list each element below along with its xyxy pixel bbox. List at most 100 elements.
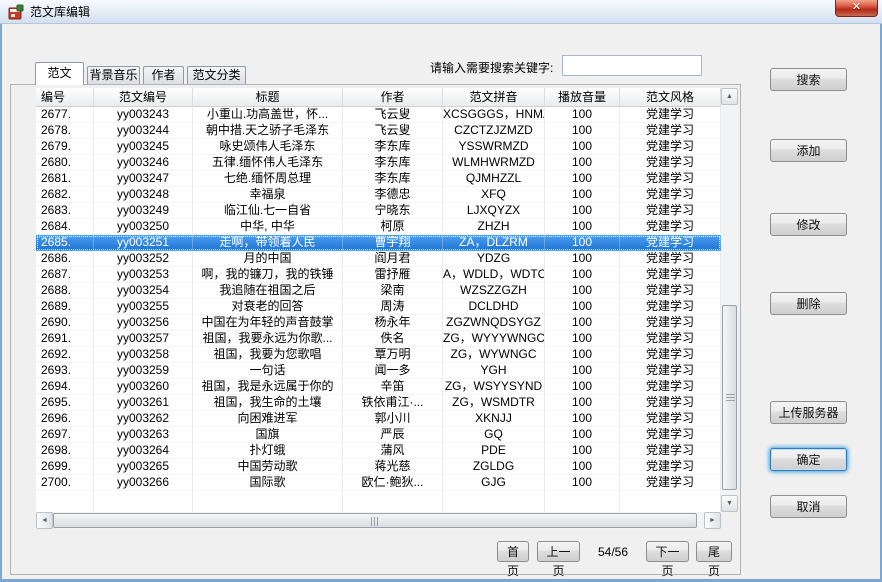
table-cell: 党建学习 (620, 379, 721, 395)
column-header[interactable]: 播放音量 (545, 88, 620, 107)
title-bar[interactable]: 范文库编辑 ✕ (0, 0, 882, 24)
table-cell: ZGZWNQDSYGZ (443, 315, 545, 331)
table-row[interactable]: 2680.yy003246五律.缅怀伟人毛泽东李东库WLMHWRMZD100党建… (36, 155, 721, 171)
table-cell: 100 (545, 267, 620, 283)
table-row[interactable]: 2688.yy003254我追随在祖国之后梁南WZSZZGZH100党建学习 (36, 283, 721, 299)
column-header[interactable]: 作者 (343, 88, 443, 107)
table-cell: 中国在为年轻的声音鼓掌 (193, 315, 343, 331)
delete-button[interactable]: 删除 (770, 292, 847, 315)
table-cell: 临江仙.七一自省 (193, 203, 343, 219)
prev-page-button[interactable]: 上一页 (537, 541, 580, 562)
add-button[interactable]: 添加 (770, 139, 847, 162)
table-row[interactable]: 2692.yy003258祖国，我要为您歌唱覃万明ZG，WYWNGC100党建学… (36, 347, 721, 363)
table-cell: yy003263 (94, 427, 193, 443)
table-row[interactable]: 2677.yy003243小重山.功高盖世，怀...飞云叟XCSGGGS，HNM… (36, 107, 721, 123)
table-row[interactable]: 2678.yy003244朝中措.天之骄子毛泽东飞云叟CZCTZJZMZD100… (36, 123, 721, 139)
close-button[interactable]: ✕ (835, 0, 878, 17)
table-cell: 咏史颂伟人毛泽东 (193, 139, 343, 155)
search-input[interactable] (562, 55, 702, 76)
column-header[interactable]: 范文风格 (620, 88, 721, 107)
table-cell (545, 491, 620, 512)
table-cell: 辛笛 (343, 379, 443, 395)
table-row[interactable]: 2684.yy003250中华, 中华柯原ZHZH100党建学习 (36, 219, 721, 235)
table-row[interactable]: 2687.yy003253啊，我的镰刀，我的铁锤雷抒雁A，WDLD，WDTC10… (36, 267, 721, 283)
column-header[interactable]: 编号 (36, 88, 94, 107)
table-cell: yy003246 (94, 155, 193, 171)
horizontal-scrollbar[interactable]: ◄ ► (36, 512, 721, 529)
search-button[interactable]: 搜索 (770, 68, 847, 91)
cancel-button[interactable]: 取消 (770, 495, 847, 518)
ok-button[interactable]: 确定 (770, 448, 847, 471)
table-cell: 100 (545, 475, 620, 491)
table-row[interactable]: 2686.yy003252月的中国阎月君YDZG100党建学习 (36, 251, 721, 267)
table-row[interactable]: 2690.yy003256中国在为年轻的声音鼓掌杨永年ZGZWNQDSYGZ10… (36, 315, 721, 331)
scroll-left-button[interactable]: ◄ (36, 512, 53, 529)
table-cell: yy003264 (94, 443, 193, 459)
table-row[interactable]: 2698.yy003264扑灯蛾蒲风PDE100党建学习 (36, 443, 721, 459)
table-cell: 党建学习 (620, 299, 721, 315)
scroll-left-icon: ◄ (41, 517, 48, 524)
scroll-up-button[interactable]: ▲ (721, 88, 738, 105)
table-row[interactable]: 2700.yy003266国际歌欧仁·鲍狄...GJG100党建学习 (36, 475, 721, 491)
tab-author[interactable]: 作者 (143, 66, 184, 84)
column-header[interactable]: 范文拼音 (443, 88, 545, 107)
table-row[interactable]: 2693.yy003259一句话闻一多YGH100党建学习 (36, 363, 721, 379)
table-cell: 祖国，我是永远属于你的 (193, 379, 343, 395)
table-cell: 100 (545, 171, 620, 187)
tab-fanwen[interactable]: 范文 (35, 62, 84, 85)
last-page-button[interactable]: 尾页 (696, 541, 732, 562)
table-cell: 郭小川 (343, 411, 443, 427)
vertical-scrollbar[interactable]: ▲ ▼ (721, 88, 738, 512)
table-cell: DCLDHD (443, 299, 545, 315)
table-row[interactable]: 2694.yy003260祖国，我是永远属于你的辛笛ZG，WSYYSYND100… (36, 379, 721, 395)
table-row[interactable]: 2695.yy003261祖国，我生命的土壤铁依甫江·...ZG，WSMDTR1… (36, 395, 721, 411)
table-cell: 100 (545, 187, 620, 203)
table-cell: yy003253 (94, 267, 193, 283)
table-row[interactable]: 2691.yy003257祖国，我要永远为你歌...佚名ZG，WYYYWNGC!… (36, 331, 721, 347)
table-row[interactable]: 2689.yy003255对衰老的回答周涛DCLDHD100党建学习 (36, 299, 721, 315)
table-cell: WZSZZGZH (443, 283, 545, 299)
tab-fanwen-category[interactable]: 范文分类 (187, 66, 246, 84)
table-cell: 100 (545, 139, 620, 155)
next-page-button[interactable]: 下一页 (646, 541, 689, 562)
table-cell: 闻一多 (343, 363, 443, 379)
table-cell: PDE (443, 443, 545, 459)
table-cell: 100 (545, 251, 620, 267)
table-cell: 铁依甫江·... (343, 395, 443, 411)
table-row[interactable]: 2697.yy003263国旗严辰GQ100党建学习 (36, 427, 721, 443)
table-cell (36, 491, 94, 512)
table-cell: 党建学习 (620, 411, 721, 427)
table-cell: 100 (545, 395, 620, 411)
edit-button[interactable]: 修改 (770, 213, 847, 236)
table-cell: yy003259 (94, 363, 193, 379)
upload-server-button[interactable]: 上传服务器 (770, 401, 847, 424)
table-cell: 祖国，我生命的土壤 (193, 395, 343, 411)
app-icon (8, 4, 24, 20)
table-row[interactable]: 2683.yy003249临江仙.七一自省宁晓东LJXQYZX100党建学习 (36, 203, 721, 219)
table-cell: XCSGGGS，HNMZX (443, 107, 545, 123)
table-cell: 柯原 (343, 219, 443, 235)
table-cell: 100 (545, 155, 620, 171)
table-cell: 中国劳动歌 (193, 459, 343, 475)
table-cell: 党建学习 (620, 347, 721, 363)
table-cell: YGH (443, 363, 545, 379)
column-header[interactable]: 标题 (193, 88, 343, 107)
vertical-scrollbar-thumb[interactable] (722, 305, 737, 490)
table-cell: 100 (545, 411, 620, 427)
scroll-down-icon: ▼ (726, 500, 733, 507)
scroll-down-button[interactable]: ▼ (721, 495, 738, 512)
column-header[interactable]: 范文编号 (94, 88, 193, 107)
table-cell: 党建学习 (620, 443, 721, 459)
scroll-right-button[interactable]: ► (704, 512, 721, 529)
table-cell: ZG，WSMDTR (443, 395, 545, 411)
table-row[interactable]: 2679.yy003245咏史颂伟人毛泽东李东库YSSWRMZD100党建学习 (36, 139, 721, 155)
table-row (36, 491, 721, 507)
table-row[interactable]: 2696.yy003262向困难进军郭小川XKNJJ100党建学习 (36, 411, 721, 427)
first-page-button[interactable]: 首页 (497, 541, 529, 562)
tab-background-music[interactable]: 背景音乐 (87, 66, 140, 84)
table-row[interactable]: 2681.yy003247七绝.缅怀周总理李东库QJMHZZL100党建学习 (36, 171, 721, 187)
horizontal-scrollbar-thumb[interactable] (53, 513, 697, 528)
table-row[interactable]: 2699.yy003265中国劳动歌蒋光慈ZGLDG100党建学习 (36, 459, 721, 475)
table-row[interactable]: 2685.yy003251走啊，带领着人民曹宇翔ZA，DLZRM100党建学习 (36, 235, 721, 251)
table-row[interactable]: 2682.yy003248幸福泉李德忠XFQ100党建学习 (36, 187, 721, 203)
